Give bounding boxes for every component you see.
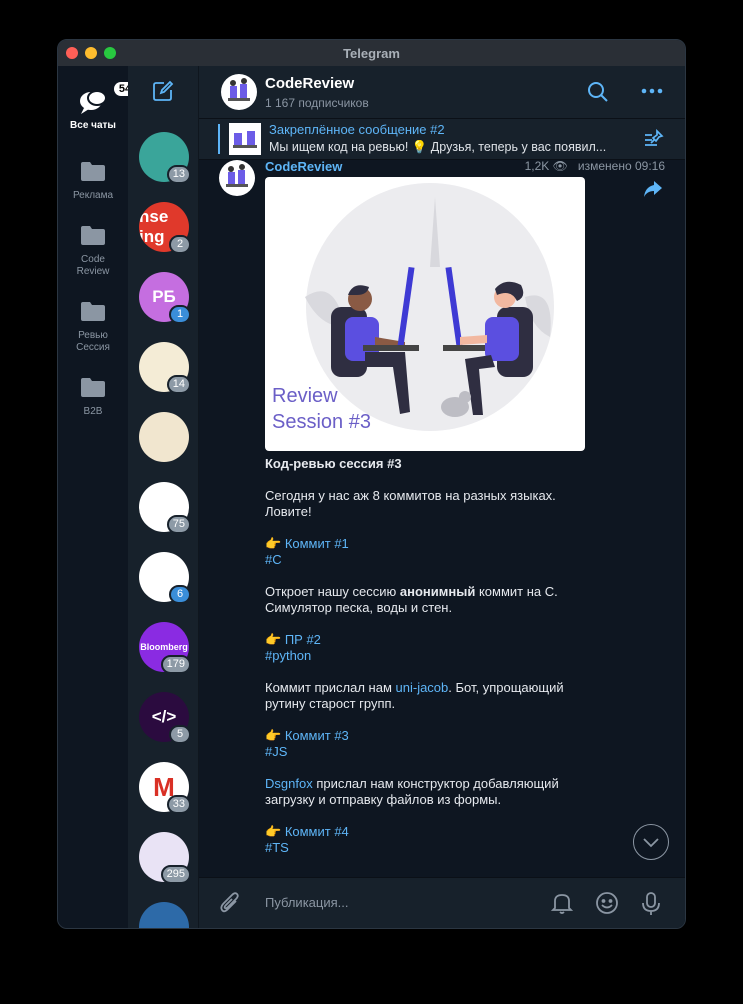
commit-3-link[interactable]: Коммит #3	[285, 728, 349, 743]
subscriber-count: 1 167 подписчиков	[265, 96, 369, 110]
folder-label: Ревью Сессия	[76, 330, 110, 353]
commit-4-link[interactable]: Коммит #4	[285, 824, 349, 839]
microphone-icon[interactable]	[641, 891, 661, 922]
chat-item[interactable]: 13	[139, 132, 191, 184]
user-link-dsgnfox[interactable]: Dsgnfox	[265, 776, 313, 791]
bell-icon[interactable]	[550, 891, 574, 920]
pinned-title: Закреплённое сообщение #2	[269, 122, 445, 137]
chat-item[interactable]: hse ing 2	[139, 202, 191, 254]
hashtag-python[interactable]: #python	[265, 648, 311, 663]
search-icon[interactable]	[587, 81, 609, 108]
post-image[interactable]: Review Session #3	[265, 177, 585, 451]
channel-name[interactable]: CodeReview	[265, 75, 354, 92]
chat-avatar-text	[139, 412, 189, 462]
chevron-down-icon	[643, 838, 659, 848]
telegram-window: Telegram 54 Все чаты Реклама Code Review…	[57, 39, 686, 929]
image-caption: Review Session #3	[272, 385, 371, 433]
folder-reklama[interactable]: Реклама	[58, 160, 128, 202]
folder-code-review[interactable]: Code Review	[58, 224, 128, 278]
unread-badge: 14	[166, 375, 191, 394]
chats-icon: 54	[78, 82, 136, 116]
message-composer: Публикация...	[199, 877, 685, 928]
compose-icon[interactable]	[152, 80, 174, 107]
window-title: Telegram	[343, 46, 400, 61]
folder-icon	[58, 300, 128, 326]
share-icon[interactable]	[643, 180, 663, 203]
unread-badge: 6	[169, 585, 191, 604]
post-text: Код-ревью сессия #3 Сегодня у нас аж 8 к…	[265, 456, 595, 872]
unread-badge: 75	[166, 515, 191, 534]
scroll-down-button[interactable]	[633, 824, 669, 860]
edited-label: изменено	[577, 160, 632, 173]
view-count: 1,2K	[524, 160, 550, 173]
folder-label: Code Review	[76, 254, 110, 277]
unread-badge: 1	[169, 305, 191, 324]
unread-badge: 13	[166, 165, 191, 184]
folder-label: Реклама	[72, 190, 114, 201]
chat-item[interactable]	[139, 412, 189, 462]
folder-icon	[58, 376, 128, 402]
more-options-icon[interactable]	[641, 84, 663, 103]
post-title: Код-ревью сессия #3	[265, 456, 402, 471]
pinned-indicator	[218, 124, 220, 154]
folder-b2b[interactable]: B2B	[58, 376, 128, 418]
pinned-message-bar[interactable]: Закреплённое сообщение #2 Мы ищем код на…	[199, 119, 685, 160]
title-bar: Telegram	[58, 40, 685, 67]
eye-icon: 👁	[552, 160, 568, 173]
chat-item[interactable]: 75	[139, 482, 191, 534]
pointing-icon: 👉	[265, 536, 282, 551]
commit-2-desc: Коммит прислал нам	[265, 680, 396, 695]
pinned-thumbnail	[229, 123, 261, 155]
chat-avatar	[139, 902, 189, 928]
folder-review-session[interactable]: Ревью Сессия	[58, 300, 128, 354]
chat-panel: CodeReview 1 167 подписчиков Закреплённо…	[199, 66, 685, 928]
post-author-avatar[interactable]	[219, 160, 255, 196]
chat-item[interactable]	[139, 902, 189, 928]
post-author-name[interactable]: CodeReview	[265, 160, 342, 174]
chat-avatar	[139, 412, 189, 462]
commit-1-desc: Откроет нашу сессию	[265, 584, 400, 599]
channel-post: CodeReview 1,2K 👁 изменено 09:16 Review …	[199, 160, 685, 878]
chat-item[interactable]: РБ 1	[139, 272, 191, 324]
folder-label: Все чаты	[70, 120, 116, 131]
pin-list-icon[interactable]	[643, 128, 665, 154]
chat-list: 13 hse ing 2 РБ 1 14 75 6 Bloomberg 179 </> 5 M 33 295	[128, 66, 199, 928]
chat-item[interactable]: 295	[139, 832, 191, 884]
pointing-icon: 👉	[265, 632, 282, 647]
chat-item[interactable]: Bloomberg 179	[139, 622, 191, 674]
unread-badge: 33	[166, 795, 191, 814]
attach-icon[interactable]	[219, 891, 241, 920]
chat-item[interactable]: 6	[139, 552, 191, 604]
message-input[interactable]: Публикация...	[265, 895, 348, 910]
unread-badge: 5	[169, 725, 191, 744]
pr-2-link[interactable]: ПР #2	[285, 632, 321, 647]
pointing-icon: 👉	[265, 728, 282, 743]
pinned-text: Мы ищем код на ревью! 💡 Друзья, теперь у…	[269, 140, 607, 154]
folder-sidebar: 54 Все чаты Реклама Code Review Ревью Се…	[58, 66, 136, 928]
unread-badge: 2	[169, 235, 191, 254]
hashtag-js[interactable]: #JS	[265, 744, 287, 759]
hashtag-ts[interactable]: #TS	[265, 840, 289, 855]
commit-1-link[interactable]: Коммит #1	[285, 536, 349, 551]
folder-icon	[58, 160, 128, 186]
folder-icon	[58, 224, 128, 250]
post-meta: 1,2K 👁 изменено 09:16	[525, 160, 665, 173]
chat-header: CodeReview 1 167 подписчиков	[199, 66, 685, 119]
chat-item[interactable]: </> 5	[139, 692, 191, 744]
chat-item[interactable]: M 33	[139, 762, 191, 814]
post-intro: Сегодня у нас аж 8 коммитов на разных яз…	[265, 488, 556, 519]
hashtag-c[interactable]: #C	[265, 552, 282, 567]
chat-avatar-text	[139, 902, 189, 928]
unread-badge: 295	[160, 865, 191, 884]
folder-all-chats[interactable]: 54 Все чаты	[58, 82, 136, 132]
unread-badge: 179	[160, 655, 191, 674]
channel-avatar[interactable]	[221, 74, 257, 110]
post-time: 09:16	[634, 160, 665, 173]
emoji-icon[interactable]	[595, 891, 619, 920]
chat-item[interactable]: 14	[139, 342, 191, 394]
folder-label: B2B	[83, 406, 103, 417]
user-link-uni-jacob[interactable]: uni-jacob	[396, 680, 449, 695]
commit-1-bold: анонимный	[399, 584, 476, 599]
pointing-icon: 👉	[265, 824, 282, 839]
